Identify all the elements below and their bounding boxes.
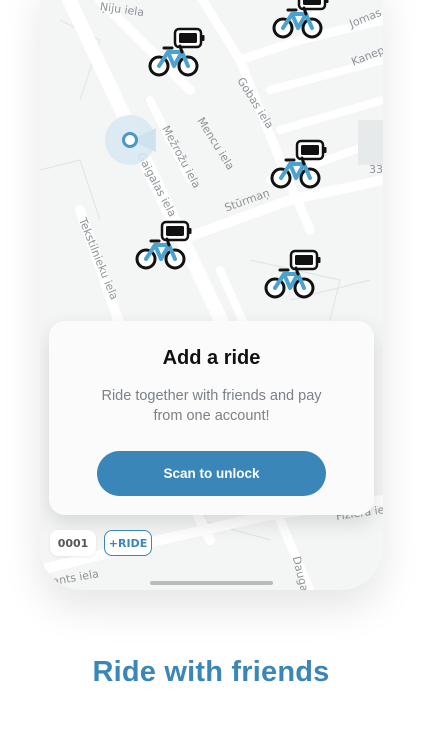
bike-icon [270,156,321,189]
battery-icon [160,220,192,242]
bike-icon [272,6,323,39]
add-ride-chip[interactable]: +RIDE [104,530,152,556]
battery-icon [289,249,321,271]
phone-screen: Ņiju iela Jomas iel Kanepi Gobas iela Me… [40,0,383,590]
bike-icon [148,44,199,77]
card-subtitle: Ride together with friends and pay from … [101,388,322,424]
scan-to-unlock-button[interactable]: Scan to unlock [97,451,326,496]
battery-icon [173,27,205,49]
page-headline: Ride with friends [92,656,330,688]
ride-code-chip[interactable]: 0001 [50,530,96,556]
bike-marker[interactable] [268,0,332,44]
street-label: 33 [369,163,383,176]
battery-icon [295,139,327,161]
bike-marker[interactable] [260,248,324,304]
bike-icon [135,237,186,270]
add-ride-card: Add a ride Ride together with friends an… [49,321,374,515]
bike-icon [264,266,315,299]
bike-marker[interactable] [144,26,208,82]
bike-marker[interactable] [266,138,330,194]
card-title: Add a ride [162,347,261,369]
location-icon [105,115,156,165]
home-indicator[interactable] [150,581,273,585]
bike-marker[interactable] [131,219,195,275]
